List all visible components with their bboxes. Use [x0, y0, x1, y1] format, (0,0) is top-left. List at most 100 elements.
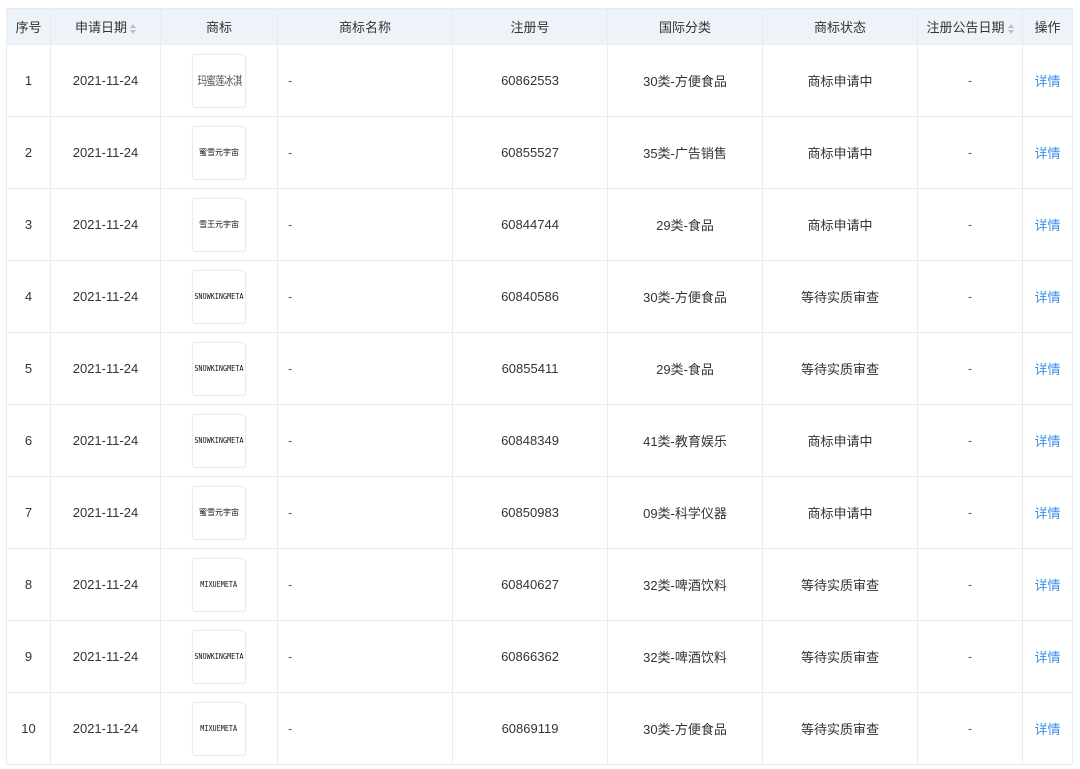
cell-seq: 1: [6, 44, 51, 117]
table-body: 1 2021-11-24 玛蜜莲冰淇 - 60862553 30类-方便食品 商…: [6, 44, 1073, 765]
cell-seq: 3: [6, 188, 51, 261]
cell-action: 详情: [1022, 548, 1073, 621]
cell-reg-no: 60855411: [452, 332, 608, 405]
cell-status: 商标申请中: [762, 116, 918, 189]
cell-apply-date: 2021-11-24: [50, 548, 161, 621]
detail-link[interactable]: 详情: [1034, 650, 1060, 665]
sort-icon[interactable]: [1007, 23, 1014, 34]
cell-pub-date: -: [917, 188, 1023, 261]
trademark-logo-image[interactable]: MIXUEMETA: [192, 701, 246, 756]
cell-pub-date: -: [917, 692, 1023, 765]
trademark-logo-image[interactable]: SNOWKINGMETA: [192, 413, 246, 468]
cell-intl-class: 30类-方便食品: [607, 260, 763, 333]
cell-name: -: [277, 692, 453, 765]
cell-seq: 6: [6, 404, 51, 477]
cell-logo: SNOWKINGMETA: [160, 620, 278, 693]
detail-link[interactable]: 详情: [1034, 146, 1060, 161]
cell-apply-date: 2021-11-24: [50, 44, 161, 117]
trademark-logo-text: 蜜雪元宇宙: [199, 508, 239, 517]
cell-status: 等待实质审查: [762, 620, 918, 693]
table-row: 4 2021-11-24 SNOWKINGMETA - 60840586 30类…: [6, 260, 1073, 333]
cell-action: 详情: [1022, 44, 1073, 117]
cell-logo: 玛蜜莲冰淇: [160, 44, 278, 117]
cell-apply-date: 2021-11-24: [50, 476, 161, 549]
cell-action: 详情: [1022, 260, 1073, 333]
trademark-logo-image[interactable]: SNOWKINGMETA: [192, 629, 246, 684]
cell-action: 详情: [1022, 620, 1073, 693]
header-status: 商标状态: [762, 8, 918, 45]
cell-pub-date: -: [917, 548, 1023, 621]
cell-status: 商标申请中: [762, 44, 918, 117]
cell-seq: 7: [6, 476, 51, 549]
cell-name: -: [277, 332, 453, 405]
cell-apply-date: 2021-11-24: [50, 260, 161, 333]
cell-status: 商标申请中: [762, 476, 918, 549]
detail-link[interactable]: 详情: [1034, 578, 1060, 593]
table-row: 5 2021-11-24 SNOWKINGMETA - 60855411 29类…: [6, 332, 1073, 405]
trademark-table: 序号 申请日期 商标 商标名称 注册号 国际分类 商标状态 注册公告日期 操作 …: [6, 8, 1073, 765]
cell-status: 商标申请中: [762, 404, 918, 477]
cell-action: 详情: [1022, 116, 1073, 189]
trademark-logo-image[interactable]: SNOWKINGMETA: [192, 341, 246, 396]
cell-name: -: [277, 116, 453, 189]
cell-reg-no: 60869119: [452, 692, 608, 765]
cell-name: -: [277, 188, 453, 261]
cell-logo: 蜜雪元宇宙: [160, 116, 278, 189]
cell-name: -: [277, 44, 453, 117]
table-row: 6 2021-11-24 SNOWKINGMETA - 60848349 41类…: [6, 404, 1073, 477]
table-row: 7 2021-11-24 蜜雪元宇宙 - 60850983 09类-科学仪器 商…: [6, 476, 1073, 549]
detail-link[interactable]: 详情: [1034, 434, 1060, 449]
table-row: 1 2021-11-24 玛蜜莲冰淇 - 60862553 30类-方便食品 商…: [6, 44, 1073, 117]
header-intl-class: 国际分类: [607, 8, 763, 45]
header-pub-date-label: 注册公告日期: [926, 20, 1005, 35]
sort-icon[interactable]: [130, 23, 136, 34]
cell-pub-date: -: [917, 44, 1023, 117]
cell-name: -: [277, 260, 453, 333]
cell-seq: 4: [6, 260, 51, 333]
trademark-logo-image[interactable]: MIXUEMETA: [192, 557, 246, 612]
cell-action: 详情: [1022, 332, 1073, 405]
cell-name: -: [277, 548, 453, 621]
detail-link[interactable]: 详情: [1034, 362, 1060, 377]
cell-status: 等待实质审查: [762, 332, 918, 405]
cell-logo: 蜜雪元宇宙: [160, 476, 278, 549]
cell-seq: 2: [6, 116, 51, 189]
trademark-table-container: 序号 申请日期 商标 商标名称 注册号 国际分类 商标状态 注册公告日期 操作 …: [6, 8, 1073, 765]
detail-link[interactable]: 详情: [1034, 74, 1060, 89]
cell-name: -: [277, 620, 453, 693]
header-seq: 序号: [6, 8, 51, 45]
cell-pub-date: -: [917, 260, 1023, 333]
cell-reg-no: 60840627: [452, 548, 608, 621]
header-apply-date[interactable]: 申请日期: [50, 8, 161, 45]
cell-action: 详情: [1022, 404, 1073, 477]
detail-link[interactable]: 详情: [1034, 506, 1060, 521]
cell-seq: 9: [6, 620, 51, 693]
cell-intl-class: 32类-啤酒饮料: [607, 620, 763, 693]
cell-name: -: [277, 476, 453, 549]
header-apply-date-label: 申请日期: [74, 20, 127, 35]
trademark-logo-image[interactable]: 蜜雪元宇宙: [192, 485, 246, 540]
trademark-logo-image[interactable]: 玛蜜莲冰淇: [192, 53, 246, 108]
trademark-logo-image[interactable]: SNOWKINGMETA: [192, 269, 246, 324]
cell-action: 详情: [1022, 476, 1073, 549]
cell-logo: SNOWKINGMETA: [160, 404, 278, 477]
trademark-logo-image[interactable]: 蜜雪元宇宙: [192, 125, 246, 180]
cell-intl-class: 30类-方便食品: [607, 44, 763, 117]
cell-intl-class: 32类-啤酒饮料: [607, 548, 763, 621]
header-pub-date[interactable]: 注册公告日期: [917, 8, 1023, 45]
trademark-logo-text: 蜜雪元宇宙: [199, 148, 239, 157]
cell-pub-date: -: [917, 116, 1023, 189]
header-reg-no: 注册号: [452, 8, 608, 45]
cell-reg-no: 60862553: [452, 44, 608, 117]
cell-intl-class: 35类-广告销售: [607, 116, 763, 189]
cell-pub-date: -: [917, 332, 1023, 405]
trademark-logo-image[interactable]: 雪王元宇宙: [192, 197, 246, 252]
detail-link[interactable]: 详情: [1034, 218, 1060, 233]
detail-link[interactable]: 详情: [1034, 290, 1060, 305]
cell-intl-class: 29类-食品: [607, 188, 763, 261]
cell-seq: 8: [6, 548, 51, 621]
header-action: 操作: [1022, 8, 1073, 45]
table-row: 8 2021-11-24 MIXUEMETA - 60840627 32类-啤酒…: [6, 548, 1073, 621]
cell-logo: MIXUEMETA: [160, 548, 278, 621]
detail-link[interactable]: 详情: [1034, 722, 1060, 737]
